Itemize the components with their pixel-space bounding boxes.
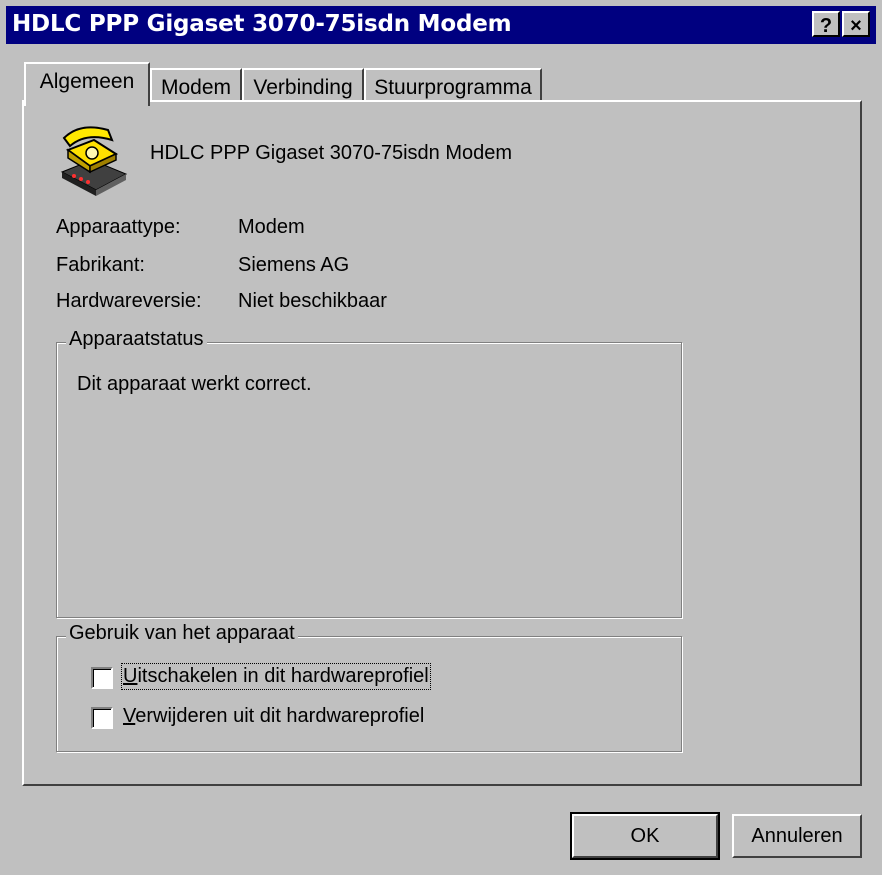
title-bar[interactable]: HDLC PPP Gigaset 3070-75isdn Modem ? × (6, 6, 876, 44)
close-button[interactable]: × (842, 11, 870, 37)
help-button[interactable]: ? (812, 11, 840, 37)
tab-algemeen[interactable]: Algemeen (24, 62, 150, 106)
window-title: HDLC PPP Gigaset 3070-75isdn Modem (12, 11, 512, 37)
device-usage-group: Uitschakelen in dit hardwareprofiel Verw… (56, 636, 682, 752)
hardware-version-label: Hardwareversie: (56, 290, 202, 312)
device-status-group: Dit apparaat werkt correct. (56, 342, 682, 618)
manufacturer-value: Siemens AG (238, 254, 350, 276)
tab-panel-algemeen: HDLC PPP Gigaset 3070-75isdn Modem Appar… (22, 100, 862, 786)
tab-stuurprogramma-label: Stuurprogramma (374, 76, 532, 99)
hardware-version-value: Niet beschikbaar (238, 290, 387, 312)
device-status-text: Dit apparaat werkt correct. (77, 373, 312, 395)
modem-phone-icon (60, 126, 128, 196)
manufacturer-label: Fabrikant: (56, 254, 145, 276)
device-name: HDLC PPP Gigaset 3070-75isdn Modem (150, 142, 513, 164)
device-usage-title: Gebruik van het apparaat (66, 622, 298, 645)
tab-verbinding-label: Verbinding (253, 76, 353, 99)
cancel-button[interactable]: Annuleren (732, 814, 862, 858)
tab-modem-label: Modem (160, 76, 232, 99)
disable-in-profile-checkbox[interactable] (91, 667, 113, 689)
device-type-value: Modem (238, 216, 305, 238)
device-type-label: Apparaattype: (56, 216, 181, 238)
disable-in-profile-label[interactable]: Uitschakelen in dit hardwareprofiel (121, 663, 431, 690)
device-status-title: Apparaatstatus (66, 328, 207, 351)
tab-algemeen-label: Algemeen (39, 70, 135, 93)
properties-dialog: HDLC PPP Gigaset 3070-75isdn Modem ? × A… (0, 0, 882, 875)
ok-button[interactable]: OK (572, 814, 718, 858)
remove-from-profile-label[interactable]: Verwijderen uit dit hardwareprofiel (123, 705, 424, 728)
remove-from-profile-checkbox[interactable] (91, 707, 113, 729)
